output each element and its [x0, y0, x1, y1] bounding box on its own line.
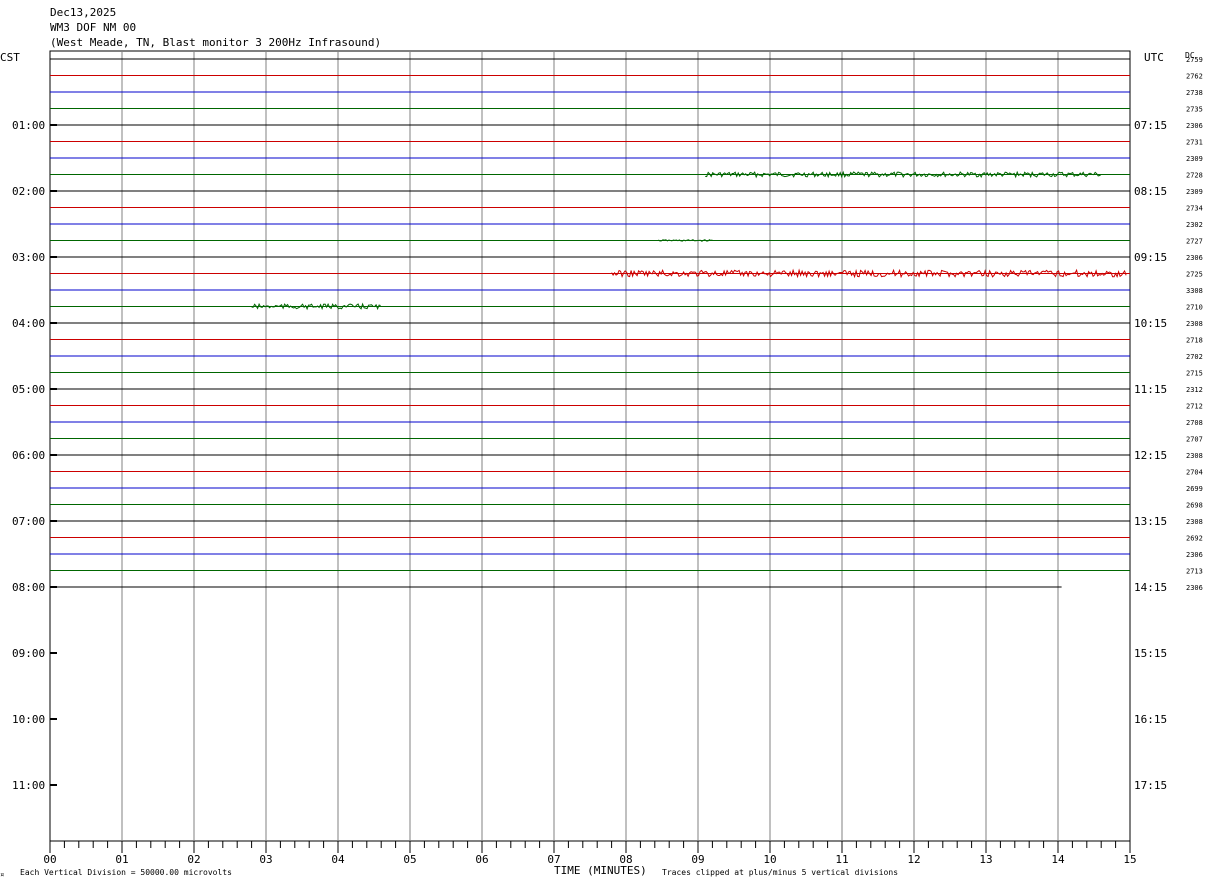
x-tick-label: 14 [1051, 853, 1065, 866]
hour-label-right: 17:15 [1134, 779, 1167, 792]
dc-value: 2762 [1186, 73, 1203, 81]
dc-value: 2306 [1186, 122, 1203, 130]
hour-label-left: 07:00 [12, 515, 45, 528]
left-timezone-label: CST [0, 51, 20, 64]
dc-value: 2306 [1186, 551, 1203, 559]
hour-label-right: 11:15 [1134, 383, 1167, 396]
x-tick-label: 13 [979, 853, 992, 866]
hour-label-left: 06:00 [12, 449, 45, 462]
dc-value: 2759 [1186, 56, 1203, 64]
dc-value-labels: 2759 2762 2738 2735 2306 2731 2309 2728 2309 2734… [1186, 56, 1203, 592]
dc-value: 2312 [1186, 386, 1203, 394]
hour-label-right: 07:15 [1134, 119, 1167, 132]
hour-label-left: 02:00 [12, 185, 45, 198]
hour-label-left: 08:00 [12, 581, 45, 594]
hour-label-left: 01:00 [12, 119, 45, 132]
hour-label-left: 04:00 [12, 317, 45, 330]
x-tick-label: 12 [907, 853, 920, 866]
dc-value: 2734 [1186, 205, 1203, 213]
minute-gridlines [121, 51, 1059, 841]
dc-value: 2309 [1186, 188, 1203, 196]
dc-value: 2718 [1186, 337, 1203, 345]
dc-value: 2306 [1186, 584, 1203, 592]
hour-label-right: 10:15 [1134, 317, 1167, 330]
hour-label-right: 12:15 [1134, 449, 1167, 462]
corner-mark: ¤ [0, 871, 4, 879]
dc-value: 2710 [1186, 304, 1203, 312]
hour-label-left: 05:00 [12, 383, 45, 396]
x-tick-label: 03 [259, 853, 272, 866]
x-tick-label: 11 [835, 853, 848, 866]
hour-label-right: 14:15 [1134, 581, 1167, 594]
dc-value: 2708 [1186, 419, 1203, 427]
x-axis-ticks: 00 01 02 03 04 05 06 07 08 09 10 11 12 13 14 15 [43, 841, 1137, 866]
dc-value: 2735 [1186, 106, 1203, 114]
dc-value: 2725 [1186, 271, 1203, 279]
dc-value: 2707 [1186, 436, 1203, 444]
scale-note: Each Vertical Division = 50000.00 microv… [20, 868, 232, 877]
dc-value: 2702 [1186, 353, 1203, 361]
dc-value: 2715 [1186, 370, 1203, 378]
dc-value: 2698 [1186, 502, 1203, 510]
dc-value: 2713 [1186, 568, 1203, 576]
hour-label-left: 10:00 [12, 713, 45, 726]
x-tick-label: 15 [1123, 853, 1136, 866]
clip-note: Traces clipped at plus/minus 5 vertical … [662, 868, 898, 877]
helicorder-plot: Dec13,2025 WM3 DOF NM 00 (West Meade, TN… [0, 6, 1203, 879]
dc-value: 2704 [1186, 469, 1203, 477]
plot-date: Dec13,2025 [50, 6, 116, 19]
dc-value: 2306 [1186, 254, 1203, 262]
dc-value: 2728 [1186, 172, 1203, 180]
right-hour-labels: 07:15 08:15 09:15 10:15 11:15 12:15 13:15 14:15… [1134, 119, 1167, 792]
dc-value: 2727 [1186, 238, 1203, 246]
x-axis-title: TIME (MINUTES) [554, 864, 647, 877]
station-description: (West Meade, TN, Blast monitor 3 200Hz I… [50, 36, 381, 49]
hour-label-right: 09:15 [1134, 251, 1167, 264]
x-tick-label: 00 [43, 853, 56, 866]
hour-label-left: 09:00 [12, 647, 45, 660]
x-tick-label: 04 [331, 853, 345, 866]
hour-label-left: 11:00 [12, 779, 45, 792]
plot-frame [49, 50, 1131, 842]
hour-label-right: 08:15 [1134, 185, 1167, 198]
dc-value: 2308 [1186, 518, 1203, 526]
x-tick-label: 09 [691, 853, 704, 866]
hour-label-right: 13:15 [1134, 515, 1167, 528]
dc-value: 2738 [1186, 89, 1203, 97]
station-code: WM3 DOF NM 00 [50, 21, 136, 34]
dc-value: 2308 [1186, 452, 1203, 460]
hour-label-right: 16:15 [1134, 713, 1167, 726]
hour-label-right: 15:15 [1134, 647, 1167, 660]
x-tick-label: 01 [115, 853, 128, 866]
dc-value: 2309 [1186, 155, 1203, 163]
hour-label-left: 03:00 [12, 251, 45, 264]
dc-value: 2712 [1186, 403, 1203, 411]
dc-value: 2699 [1186, 485, 1203, 493]
dc-value: 2692 [1186, 535, 1203, 543]
x-tick-label: 06 [475, 853, 488, 866]
x-tick-label: 10 [763, 853, 776, 866]
dc-value: 3308 [1186, 287, 1203, 295]
dc-value: 2302 [1186, 221, 1203, 229]
trace-lines [50, 58, 1130, 588]
dc-value: 2308 [1186, 320, 1203, 328]
x-tick-label: 02 [187, 853, 200, 866]
right-timezone-label: UTC [1144, 51, 1164, 64]
x-tick-label: 05 [403, 853, 416, 866]
dc-value: 2731 [1186, 139, 1203, 147]
